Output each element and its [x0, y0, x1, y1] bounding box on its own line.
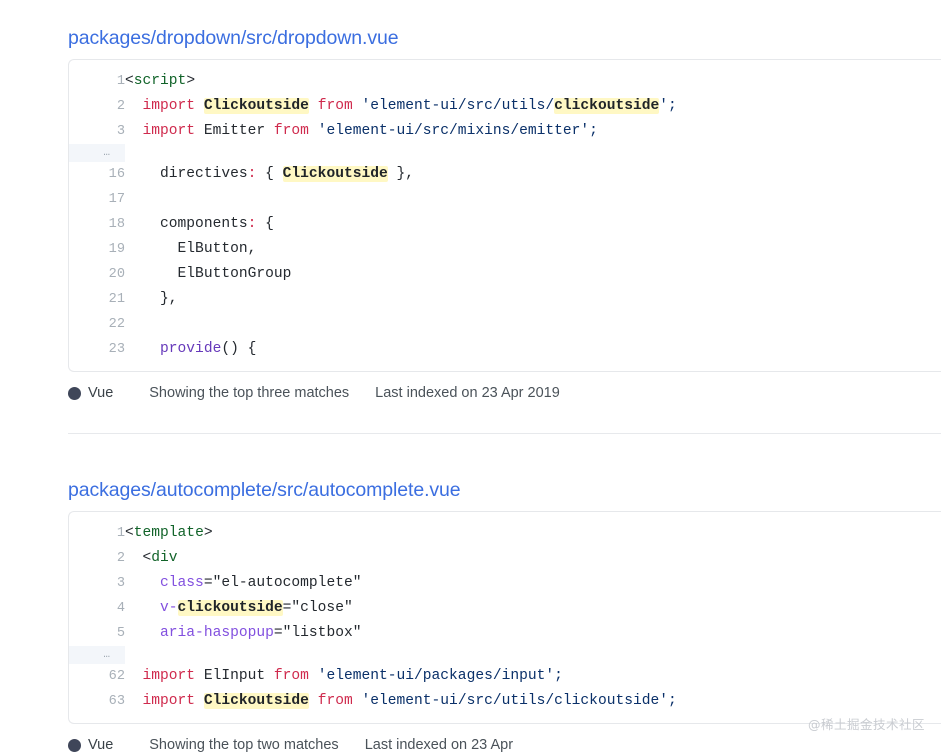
code-line-row: 3 import Emitter from 'element-ui/src/mi… — [69, 119, 941, 144]
code-line-row: 16 directives: { Clickoutside }, — [69, 162, 941, 187]
code-line-row: 2 <div — [69, 546, 941, 571]
search-match-highlight: Clickoutside — [204, 693, 309, 709]
code-preview-block[interactable]: 1<template>2 <div3 class="el-autocomplet… — [68, 511, 941, 724]
code-preview-block[interactable]: 1<script>2 import Clickoutside from 'ele… — [68, 59, 941, 372]
search-match-highlight: clickoutside — [178, 600, 283, 616]
search-results-page: packages/dropdown/src/dropdown.vue 1<scr… — [0, 0, 941, 745]
code-line-content: }, — [125, 287, 941, 312]
code-table: 1<script>2 import Clickoutside from 'ele… — [69, 60, 941, 371]
line-number: … — [69, 144, 125, 162]
code-line-row: 62 import ElInput from 'element-ui/packa… — [69, 664, 941, 689]
results-spacer — [0, 434, 941, 478]
line-number: 1 — [69, 512, 125, 546]
code-line-row: 5 aria-haspopup="listbox" — [69, 621, 941, 646]
matches-count-label: Showing the top two matches — [149, 735, 338, 755]
code-collapsed-row: … — [69, 646, 941, 664]
language-color-dot — [68, 739, 81, 752]
code-line-row: 2 import Clickoutside from 'element-ui/s… — [69, 94, 941, 119]
code-line-content: ElButton, — [125, 237, 941, 262]
code-line-content: aria-haspopup="listbox" — [125, 621, 941, 646]
line-number: 1 — [69, 60, 125, 94]
code-line-content — [125, 646, 941, 664]
code-line-content — [125, 187, 941, 212]
code-line-content: import ElInput from 'element-ui/packages… — [125, 664, 941, 689]
line-number: 21 — [69, 287, 125, 312]
code-lines-1: 1<template>2 <div3 class="el-autocomplet… — [69, 512, 941, 723]
line-number: 3 — [69, 571, 125, 596]
matches-count-label: Showing the top three matches — [149, 383, 349, 403]
search-result-item: packages/dropdown/src/dropdown.vue 1<scr… — [0, 26, 941, 434]
line-number: 2 — [69, 94, 125, 119]
language-color-dot — [68, 387, 81, 400]
line-number: 20 — [69, 262, 125, 287]
result-meta-row: Vue Showing the top three matches Last i… — [68, 383, 941, 403]
code-line-content: <script> — [125, 60, 941, 94]
result-file-path-link[interactable]: packages/dropdown/src/dropdown.vue — [68, 26, 398, 50]
search-match-highlight: Clickoutside — [283, 166, 388, 182]
last-indexed-label: Last indexed on 23 Apr — [365, 735, 513, 755]
line-number: 5 — [69, 621, 125, 646]
code-line-content — [125, 144, 941, 162]
code-line-content: class="el-autocomplete" — [125, 571, 941, 596]
line-number: 16 — [69, 162, 125, 187]
code-line-content: provide() { — [125, 337, 941, 371]
code-line-row: 4 v-clickoutside="close" — [69, 596, 941, 621]
code-line-row: 1<template> — [69, 512, 941, 546]
line-number: 4 — [69, 596, 125, 621]
code-line-row: 18 components: { — [69, 212, 941, 237]
line-number: 23 — [69, 337, 125, 371]
code-lines-0: 1<script>2 import Clickoutside from 'ele… — [69, 60, 941, 371]
code-line-content: ElButtonGroup — [125, 262, 941, 287]
line-number: 19 — [69, 237, 125, 262]
line-number: 3 — [69, 119, 125, 144]
language-label: Vue — [88, 735, 113, 755]
code-table: 1<template>2 <div3 class="el-autocomplet… — [69, 512, 941, 723]
result-divider — [68, 433, 941, 434]
code-line-content: <div — [125, 546, 941, 571]
code-line-row: 21 }, — [69, 287, 941, 312]
line-number: 17 — [69, 187, 125, 212]
line-number: 63 — [69, 689, 125, 723]
language-label: Vue — [88, 383, 113, 403]
code-line-content: import Emitter from 'element-ui/src/mixi… — [125, 119, 941, 144]
code-line-row: 17 — [69, 187, 941, 212]
line-number: 22 — [69, 312, 125, 337]
last-indexed-label: Last indexed on 23 Apr 2019 — [375, 383, 560, 403]
code-line-row: 3 class="el-autocomplete" — [69, 571, 941, 596]
line-number: 62 — [69, 664, 125, 689]
code-line-row: 22 — [69, 312, 941, 337]
code-line-content: v-clickoutside="close" — [125, 596, 941, 621]
code-line-content: <template> — [125, 512, 941, 546]
search-match-highlight: Clickoutside — [204, 98, 309, 114]
result-meta-row: Vue Showing the top two matches Last ind… — [68, 735, 941, 755]
code-line-row: 1<script> — [69, 60, 941, 94]
search-result-item: packages/autocomplete/src/autocomplete.v… — [0, 478, 941, 755]
watermark-text: @稀土掘金技术社区 — [808, 714, 925, 733]
code-collapsed-row: … — [69, 144, 941, 162]
code-line-row: 23 provide() { — [69, 337, 941, 371]
search-match-highlight: clickoutside — [554, 98, 659, 114]
code-line-content — [125, 312, 941, 337]
code-line-row: 19 ElButton, — [69, 237, 941, 262]
line-number: 18 — [69, 212, 125, 237]
result-file-path-link[interactable]: packages/autocomplete/src/autocomplete.v… — [68, 478, 461, 502]
code-line-content: components: { — [125, 212, 941, 237]
code-line-row: 20 ElButtonGroup — [69, 262, 941, 287]
code-line-content: directives: { Clickoutside }, — [125, 162, 941, 187]
line-number: … — [69, 646, 125, 664]
code-line-content: import Clickoutside from 'element-ui/src… — [125, 94, 941, 119]
line-number: 2 — [69, 546, 125, 571]
